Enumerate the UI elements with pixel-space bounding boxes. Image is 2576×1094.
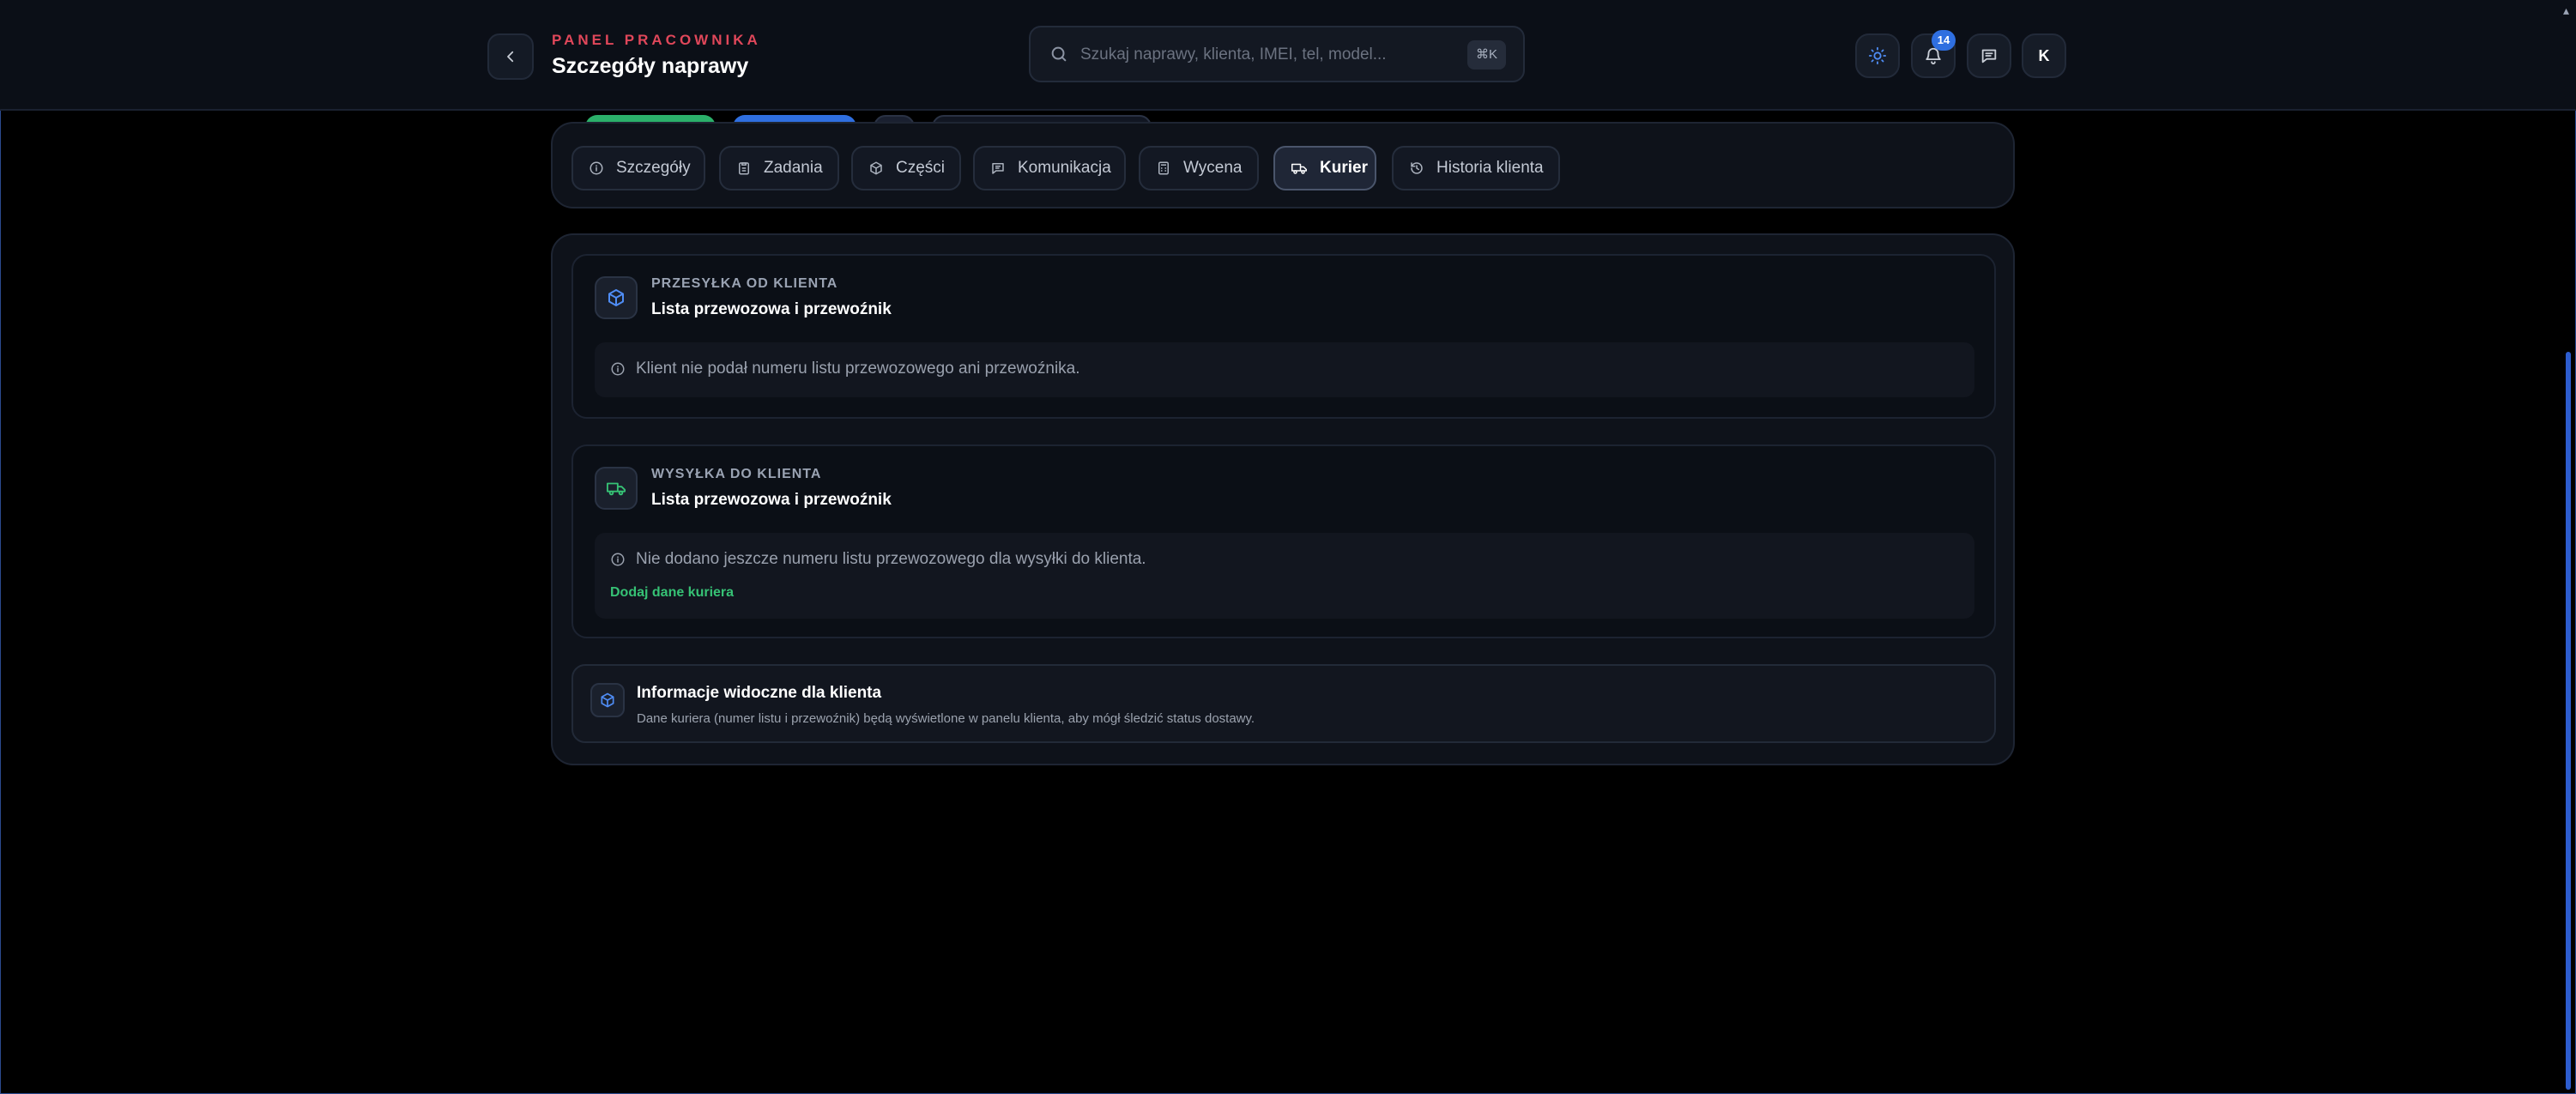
truck-icon: [1291, 163, 1307, 174]
tab-zadania[interactable]: Zadania: [719, 146, 839, 190]
incoming-shipment-card: PRZESYŁKA OD KLIENTA Lista przewozowa i …: [571, 254, 1996, 419]
messages-button[interactable]: [1967, 33, 2011, 78]
package-icon: [608, 289, 624, 306]
client-info-title: Informacje widoczne dla klienta: [637, 684, 882, 702]
page-title: Szczegóły naprawy: [552, 54, 749, 78]
tab-kurier[interactable]: Kurier: [1273, 146, 1376, 190]
outgoing-shipment-card: WYSYŁKA DO KLIENTA Lista przewozowa i pr…: [571, 444, 1996, 638]
tab-label: Wycena: [1183, 159, 1243, 177]
tab-label: Szczegóły: [616, 159, 691, 177]
top-bar: PANEL PRACOWNIKA Szczegóły naprawy Szuka…: [0, 0, 2576, 111]
tab-label: Części: [896, 159, 946, 177]
incoming-eyebrow: PRZESYŁKA OD KLIENTA: [651, 276, 838, 291]
search-shortcut: ⌘K: [1466, 40, 1506, 70]
back-button[interactable]: [487, 33, 534, 80]
sun-icon: [1868, 46, 1887, 65]
incoming-message-row: Klient nie podał numeru listu przewozowe…: [610, 360, 1080, 378]
outgoing-message-row: Nie dodano jeszcze numeru listu przewozo…: [610, 550, 1146, 569]
tab-wycena[interactable]: Wycena: [1139, 146, 1259, 190]
scroll-up-icon[interactable]: ▴: [2563, 3, 2569, 18]
message-icon: [1981, 49, 1997, 63]
add-courier-link[interactable]: Dodaj dane kuriera: [610, 585, 734, 601]
tab-label: Kurier: [1320, 159, 1368, 177]
tab-czesci[interactable]: Części: [851, 146, 961, 190]
tab-label: Zadania: [764, 159, 823, 177]
tab-label: Komunikacja: [1018, 159, 1111, 177]
history-icon: [1411, 162, 1423, 174]
chevron-left-icon: [507, 51, 514, 63]
avatar-initial: K: [2038, 46, 2050, 64]
search-icon: [1051, 46, 1067, 62]
clipboard-icon: [739, 162, 749, 175]
incoming-title: Lista przewozowa i przewoźnik: [651, 300, 892, 318]
outgoing-icon-box: [595, 467, 638, 510]
search-bar[interactable]: Szukaj naprawy, klienta, IMEI, tel, mode…: [1029, 26, 1525, 82]
incoming-message-box: Klient nie podał numeru listu przewozowe…: [595, 342, 1974, 397]
theme-toggle-button[interactable]: [1855, 33, 1900, 78]
incoming-message: Klient nie podał numeru listu przewozowe…: [636, 360, 1080, 378]
notifications-badge: 14: [1932, 30, 1956, 51]
tab-label: Historia klienta: [1436, 159, 1544, 177]
package-icon: [870, 161, 882, 175]
client-info-icon-box: [590, 683, 625, 717]
truck-icon: [607, 482, 626, 496]
outgoing-message-box: Nie dodano jeszcze numeru listu przewozo…: [595, 533, 1974, 619]
info-icon: [611, 553, 625, 566]
client-info-description: Dane kuriera (numer listu i przewoźnik) …: [637, 711, 1255, 726]
info-icon: [590, 161, 603, 175]
outgoing-title: Lista przewozowa i przewoźnik: [651, 491, 892, 509]
avatar-button[interactable]: K: [2022, 33, 2066, 78]
calculator-icon: [1158, 161, 1169, 175]
scrollbar-thumb[interactable]: [2566, 352, 2571, 1090]
client-info-card: Informacje widoczne dla klienta Dane kur…: [571, 664, 1996, 743]
search-placeholder: Szukaj naprawy, klienta, IMEI, tel, mode…: [1080, 45, 1387, 63]
package-icon: [601, 692, 614, 708]
outgoing-message: Nie dodano jeszcze numeru listu przewozo…: [636, 550, 1146, 568]
outgoing-eyebrow: WYSYŁKA DO KLIENTA: [651, 467, 822, 481]
info-icon: [611, 362, 625, 376]
tab-historia-klienta[interactable]: Historia klienta: [1392, 146, 1560, 190]
panel-eyebrow: PANEL PRACOWNIKA: [552, 32, 761, 48]
tab-szczegoly[interactable]: Szczegóły: [571, 146, 705, 190]
tabs-bar: Szczegóły Zadania Części Komunikacja Wyc…: [551, 122, 2015, 209]
chat-icon: [992, 163, 1004, 174]
tab-komunikacja[interactable]: Komunikacja: [973, 146, 1126, 190]
incoming-icon-box: [595, 276, 638, 319]
